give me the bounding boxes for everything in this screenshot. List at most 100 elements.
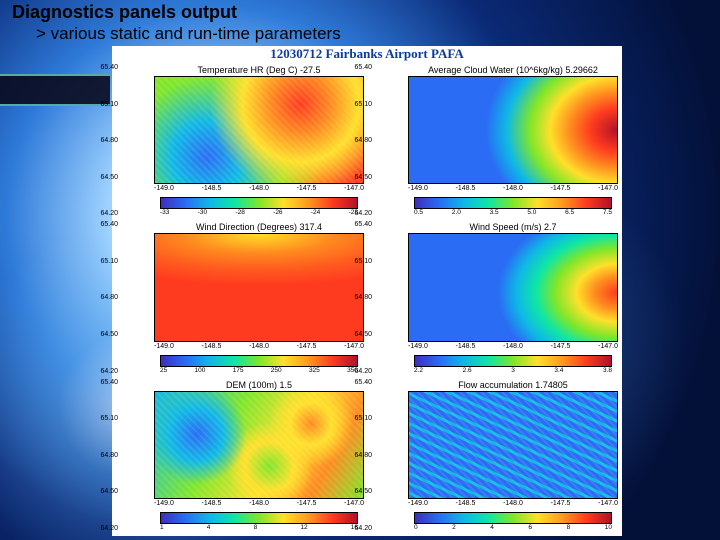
colorbar [160,355,358,367]
panel-cloud-water: Average Cloud Water (10^6kg/kg) 5.29662 … [374,64,618,217]
tick: 65.40 [86,379,118,386]
y-ticks: 65.40 65.10 64.80 64.50 64.20 [86,379,118,532]
tick: -148.0 [503,499,523,508]
tick: 64.80 [86,294,118,301]
colorbar-ticks: -33 -30 -28 -26 -24 -23 [154,209,364,217]
tick: -147.5 [551,184,571,193]
tick: 65.10 [340,415,372,422]
y-ticks: 65.40 65.10 64.80 64.50 64.20 [340,64,372,217]
tick: 65.40 [340,64,372,71]
panel-grid: Temperature HR (Deg C) -27.5 65.40 65.10… [120,64,618,532]
tick: -148.0 [249,342,269,351]
tick: 2.0 [452,209,461,217]
tick: 64.20 [86,368,118,375]
panel-title: Temperature HR (Deg C) -27.5 [154,64,364,76]
heatmap [154,76,364,184]
tick: 12 [300,524,307,532]
slide-subheading: > various static and run-time parameters [36,24,341,44]
tick: 325 [309,367,320,375]
tick: 6.5 [565,209,574,217]
tick: -148.5 [456,342,476,351]
tick: -148.5 [202,184,222,193]
panel-title: Wind Speed (m/s) 2.7 [408,221,618,233]
tick: 64.80 [86,137,118,144]
tick: 3.4 [554,367,563,375]
colorbar-ticks: 1 4 8 12 16 [154,524,364,532]
tick: 65.10 [86,258,118,265]
tick: 2.2 [414,367,423,375]
tick: -24 [311,209,320,217]
panel-temperature: Temperature HR (Deg C) -27.5 65.40 65.10… [120,64,364,217]
slide-heading: Diagnostics panels output [12,2,237,23]
panel-flow-accumulation: Flow accumulation 1.74805 65.40 65.10 64… [374,379,618,532]
tick: -147.5 [297,499,317,508]
tick: 2 [452,524,456,532]
panel-wind-direction: Wind Direction (Degrees) 317.4 65.40 65.… [120,221,364,374]
tick: 64.20 [340,368,372,375]
x-ticks: -149.0 -148.5 -148.0 -147.5 -147.0 [408,499,618,508]
tick: 10 [605,524,612,532]
tick: -147.0 [598,499,618,508]
tick: 64.80 [86,452,118,459]
tick: -30 [198,209,207,217]
panel-dem: DEM (100m) 1.5 65.40 65.10 64.80 64.50 6… [120,379,364,532]
tick: -148.0 [249,499,269,508]
tick: 64.20 [86,210,118,217]
tick: 2.6 [463,367,472,375]
x-ticks: -149.0 -148.5 -148.0 -147.5 -147.0 [154,499,364,508]
x-ticks: -149.0 -148.5 -148.0 -147.5 -147.0 [154,342,364,351]
tick: -148.5 [456,184,476,193]
tick: 7.5 [603,209,612,217]
x-ticks: -149.0 -148.5 -148.0 -147.5 -147.0 [408,184,618,193]
tick: -147.5 [297,184,317,193]
tick: 64.80 [340,294,372,301]
tick: 3 [511,367,515,375]
heatmap [408,391,618,499]
tick: 3.5 [490,209,499,217]
x-ticks: -149.0 -148.5 -148.0 -147.5 -147.0 [154,184,364,193]
tick: -33 [160,209,169,217]
tick: 1 [160,524,164,532]
tick: 65.40 [86,221,118,228]
panel-wind-speed: Wind Speed (m/s) 2.7 65.40 65.10 64.80 6… [374,221,618,374]
tick: 175 [233,367,244,375]
tick: 65.10 [86,101,118,108]
tick: -147.5 [551,499,571,508]
tick: -149.0 [154,342,174,351]
tick: 4 [207,524,211,532]
tick: 64.80 [340,137,372,144]
tick: 64.50 [340,331,372,338]
tick: 5.0 [527,209,536,217]
colorbar-ticks: 0.5 2.0 3.5 5.0 6.5 7.5 [408,209,618,217]
tick: -26 [273,209,282,217]
tick: 250 [271,367,282,375]
colorbar [160,197,358,209]
tick: -28 [235,209,244,217]
colorbar [414,512,612,524]
tick: 65.40 [86,64,118,71]
tick: 65.10 [340,101,372,108]
tick: 64.50 [340,174,372,181]
panel-title: Average Cloud Water (10^6kg/kg) 5.29662 [408,64,618,76]
tick: 8 [254,524,258,532]
tick: 0.5 [414,209,423,217]
tick: -149.0 [154,499,174,508]
tick: 8 [567,524,571,532]
y-ticks: 65.40 65.10 64.80 64.50 64.20 [340,221,372,374]
tick: 64.20 [86,525,118,532]
colorbar [414,197,612,209]
tick: 64.50 [86,331,118,338]
colorbar [414,355,612,367]
tick: -148.5 [456,499,476,508]
tick: 64.50 [86,174,118,181]
tick: -148.0 [503,184,523,193]
panel-title: Flow accumulation 1.74805 [408,379,618,391]
tick: -148.0 [503,342,523,351]
tick: 64.20 [340,525,372,532]
tick: -149.0 [408,184,428,193]
tick: -147.5 [297,342,317,351]
tick: 0 [414,524,418,532]
tick: 64.80 [340,452,372,459]
panel-title: Wind Direction (Degrees) 317.4 [154,221,364,233]
tick: 65.40 [340,221,372,228]
